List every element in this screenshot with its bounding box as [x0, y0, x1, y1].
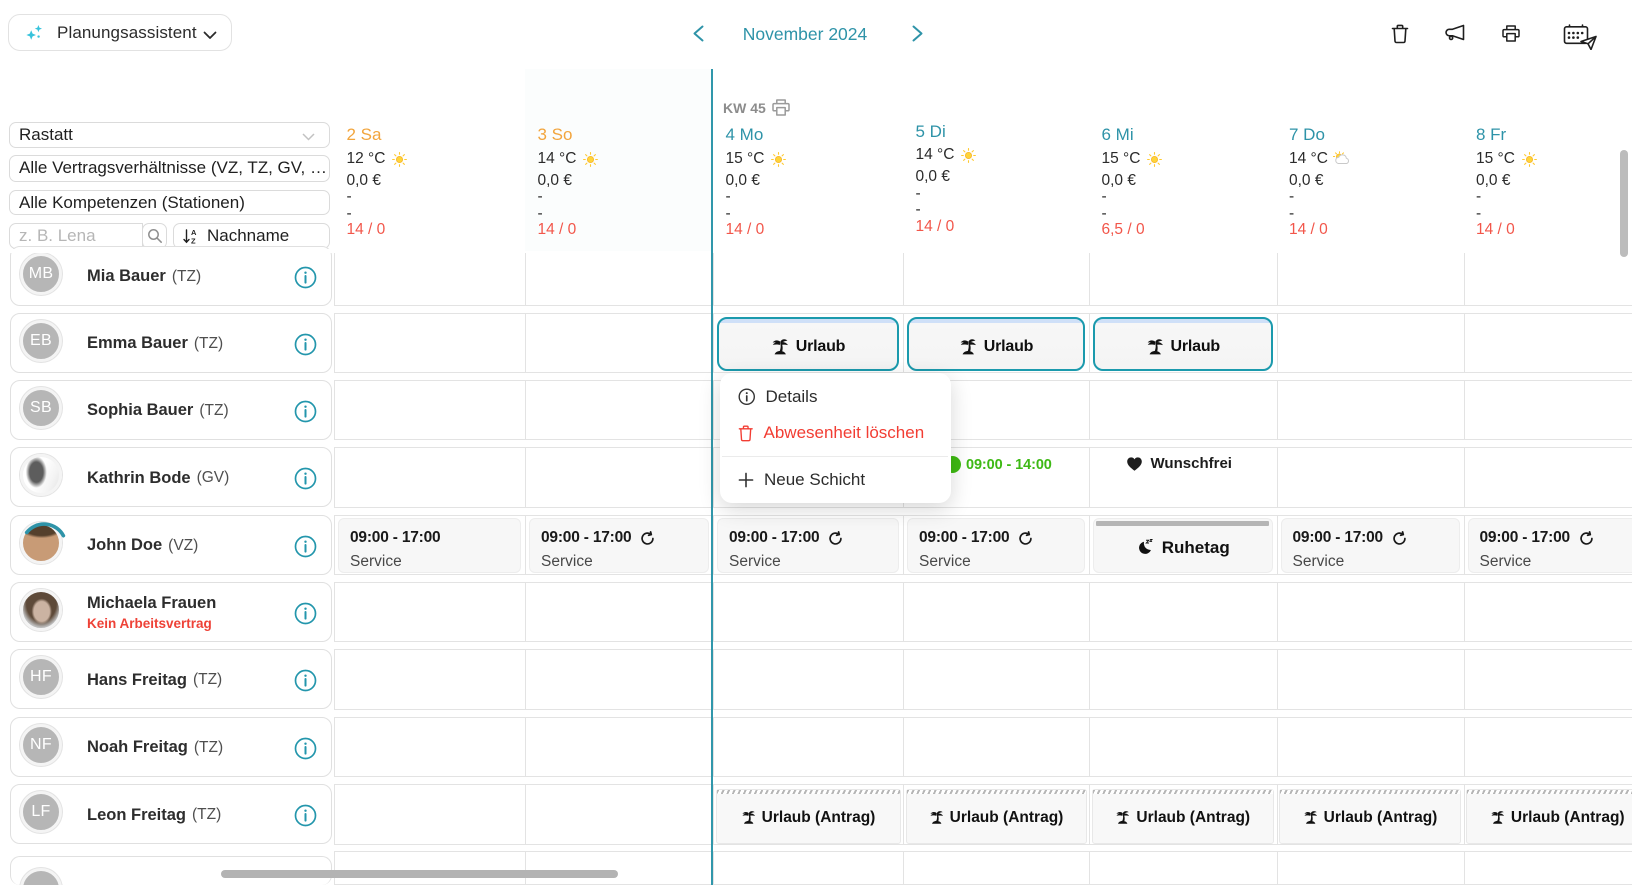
svg-text:Z: Z — [191, 236, 196, 245]
